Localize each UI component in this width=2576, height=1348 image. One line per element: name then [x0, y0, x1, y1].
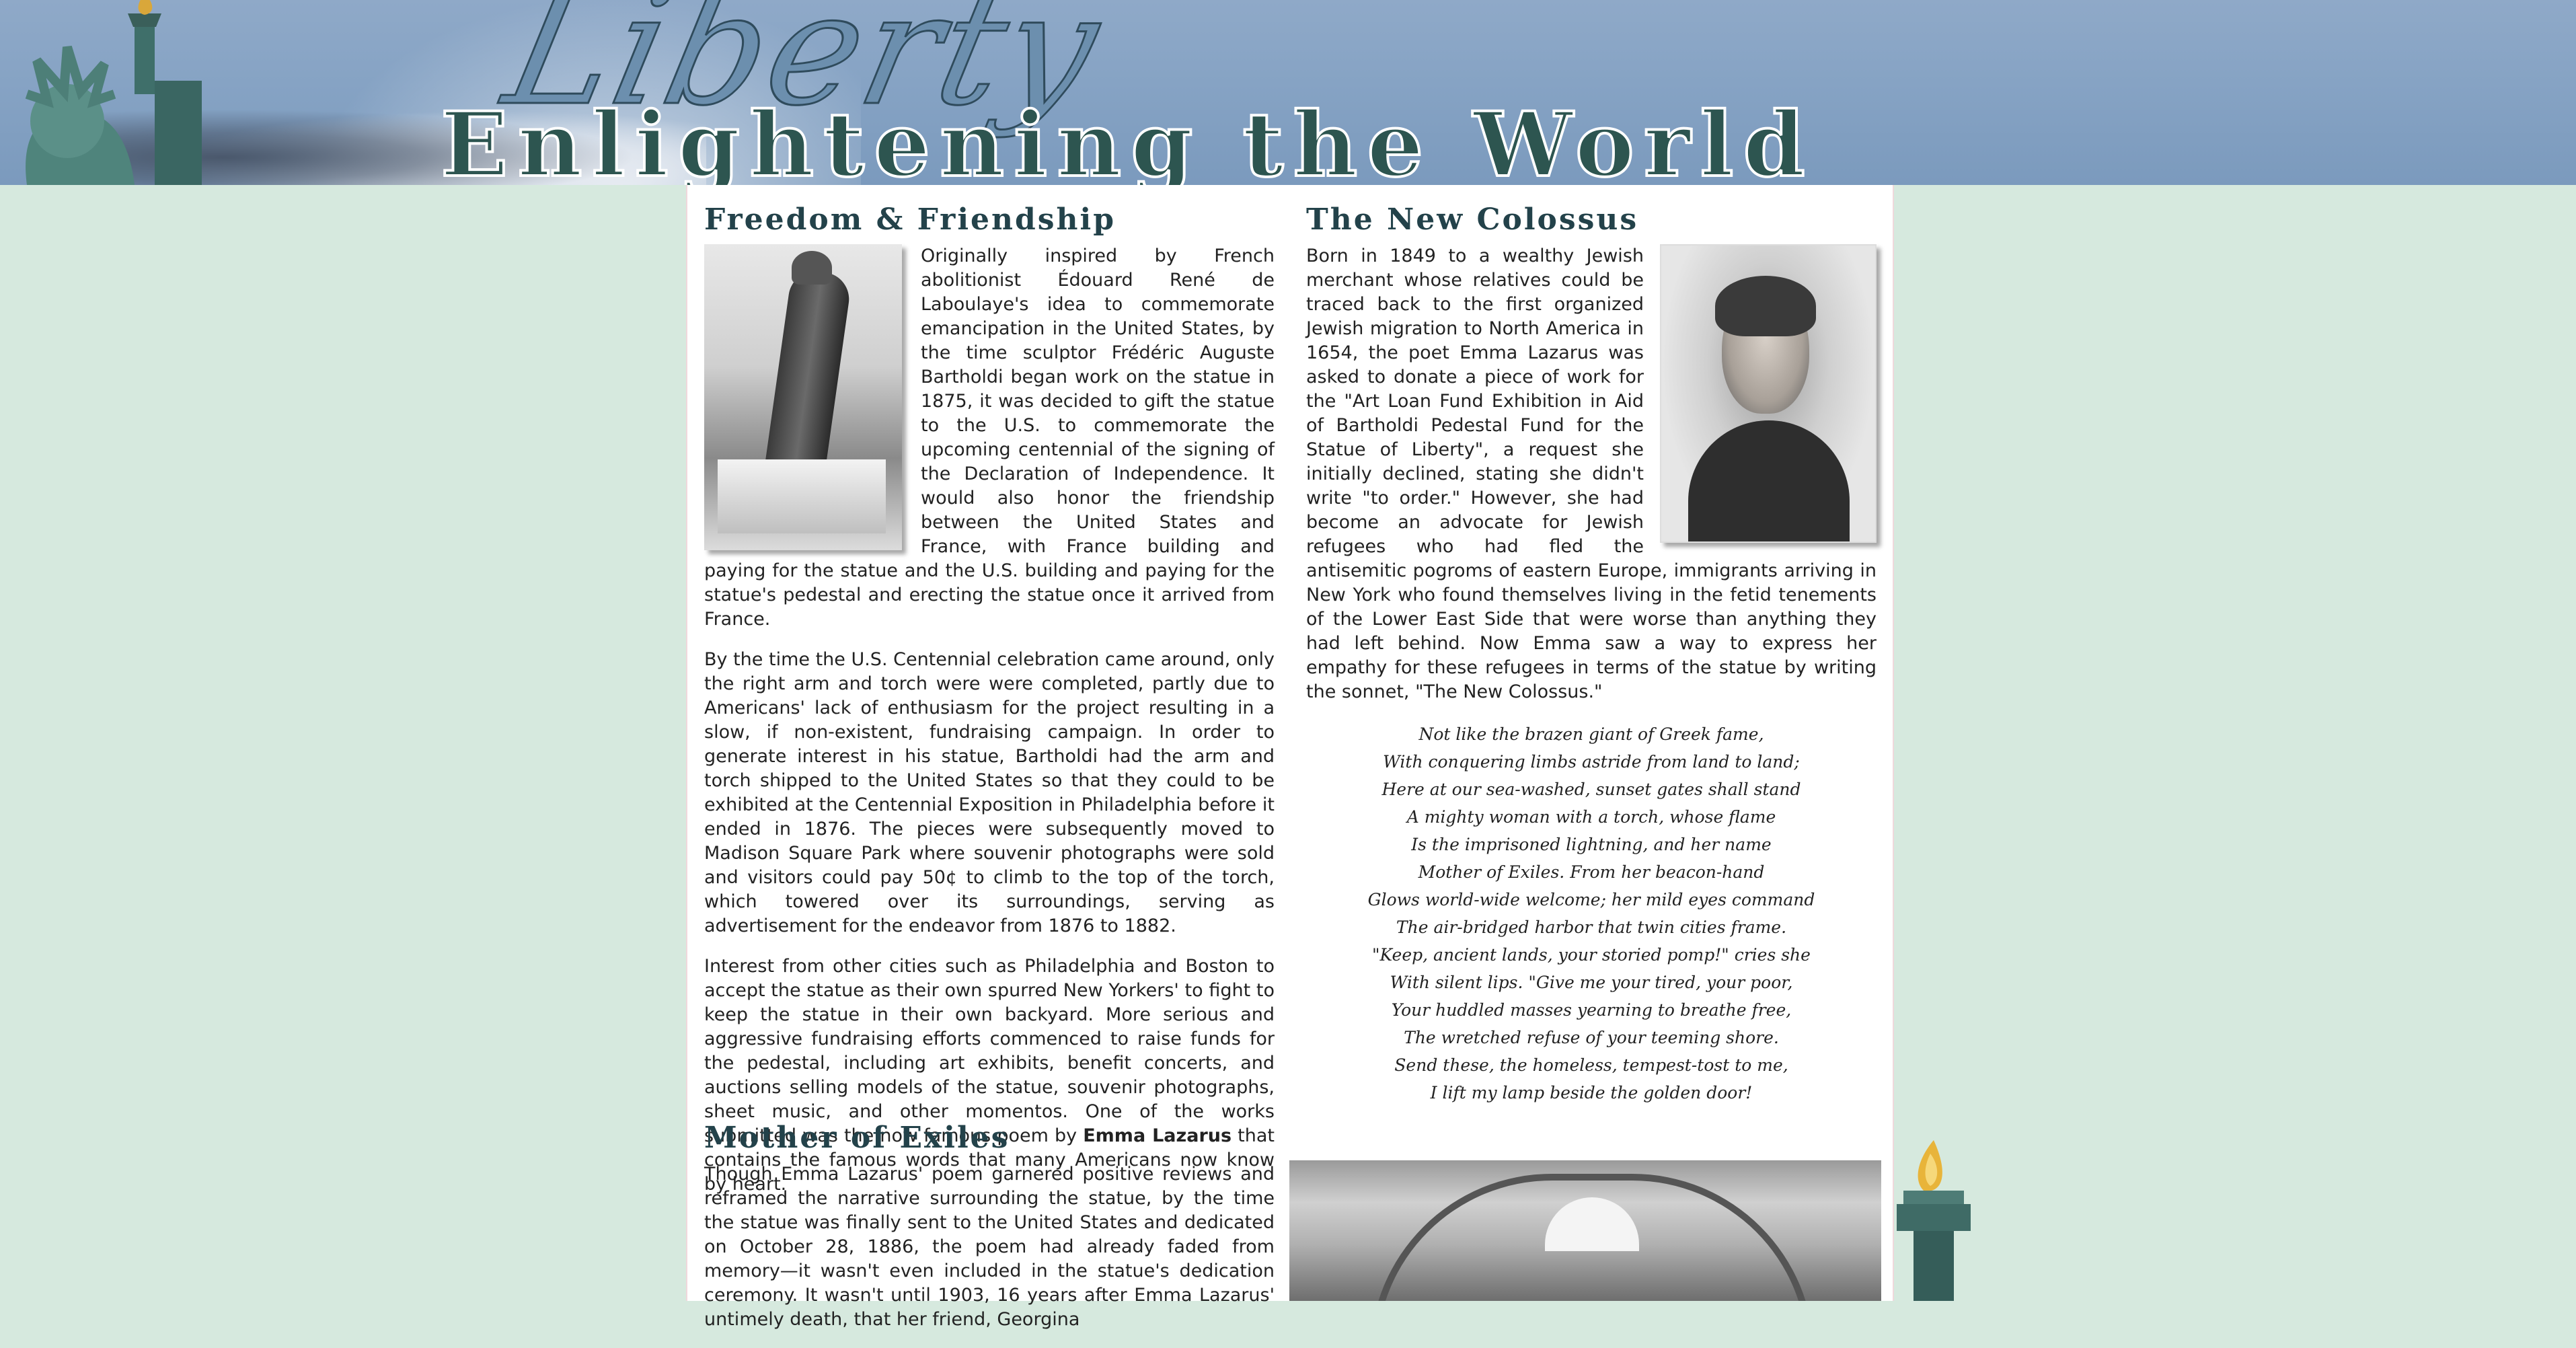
poem-line: Is the imprisoned lightning, and her nam…	[1411, 835, 1772, 855]
freedom-paragraph-2: By the time the U.S. Centennial celebrat…	[704, 649, 1275, 937]
content-panel: Freedom & Friendship Originally inspired…	[686, 185, 1894, 1330]
poem-line: Mother of Exiles. From her beacon-hand	[1418, 862, 1765, 883]
ellis-island-hall-photo	[1289, 1160, 1881, 1301]
poem-line: Glows world-wide welcome; her mild eyes …	[1367, 890, 1815, 910]
freedom-paragraph-3-start: Interest from other cities such as Phila…	[704, 956, 1275, 1147]
colossus-section: The New Colossus Born in 1849 to a wealt…	[1306, 202, 1877, 1107]
torch-arm-photo	[704, 244, 902, 551]
freedom-section: Freedom & Friendship Originally inspired…	[704, 202, 1275, 1213]
poem-line: Send these, the homeless, tempest-tost t…	[1394, 1055, 1788, 1076]
enlightening-the-world-title: Enlightening the World	[439, 93, 1815, 186]
statue-of-liberty-image	[25, 0, 202, 185]
portrait-body-shape	[1688, 420, 1850, 542]
poem-line: The wretched refuse of your teeming shor…	[1404, 1028, 1779, 1048]
torch-icon	[1897, 1140, 1971, 1301]
poem-line: With silent lips. "Give me your tired, y…	[1390, 973, 1793, 993]
exhibit-base-shape	[718, 459, 886, 534]
poem-line: I lift my lamp beside the golden door!	[1430, 1083, 1753, 1103]
header-banner: Liberty Enlightening the World	[0, 0, 2576, 185]
poem-line: With conquering limbs astride from land …	[1383, 752, 1800, 772]
poem-line: "Keep, ancient lands, your storied pomp!…	[1372, 945, 1811, 965]
poem-line: Your huddled masses yearning to breathe …	[1391, 1000, 1792, 1020]
freedom-heading: Freedom & Friendship	[704, 202, 1116, 237]
exiles-heading: Mother of Exiles	[704, 1121, 1010, 1155]
exiles-section: Mother of Exiles Though Emma Lazarus' po…	[704, 1121, 1275, 1348]
emma-lazarus-portrait	[1660, 244, 1877, 544]
exiles-paragraph-1: Though Emma Lazarus' poem garnered posit…	[704, 1164, 1275, 1331]
new-colossus-poem: Not like the brazen giant of Greek fame,…	[1306, 720, 1877, 1107]
poem-line: Here at our sea-washed, sunset gates sha…	[1381, 780, 1801, 800]
colossus-heading: The New Colossus	[1306, 202, 1639, 237]
portrait-hair-shape	[1715, 276, 1816, 337]
poem-line: A mighty woman with a torch, whose flame	[1406, 807, 1776, 827]
torch-flame-shape	[792, 251, 832, 285]
poem-line: The air-bridged harbor that twin cities …	[1396, 918, 1787, 938]
poem-line: Not like the brazen giant of Greek fame,	[1418, 724, 1764, 745]
torch-arm-shape	[764, 268, 853, 477]
